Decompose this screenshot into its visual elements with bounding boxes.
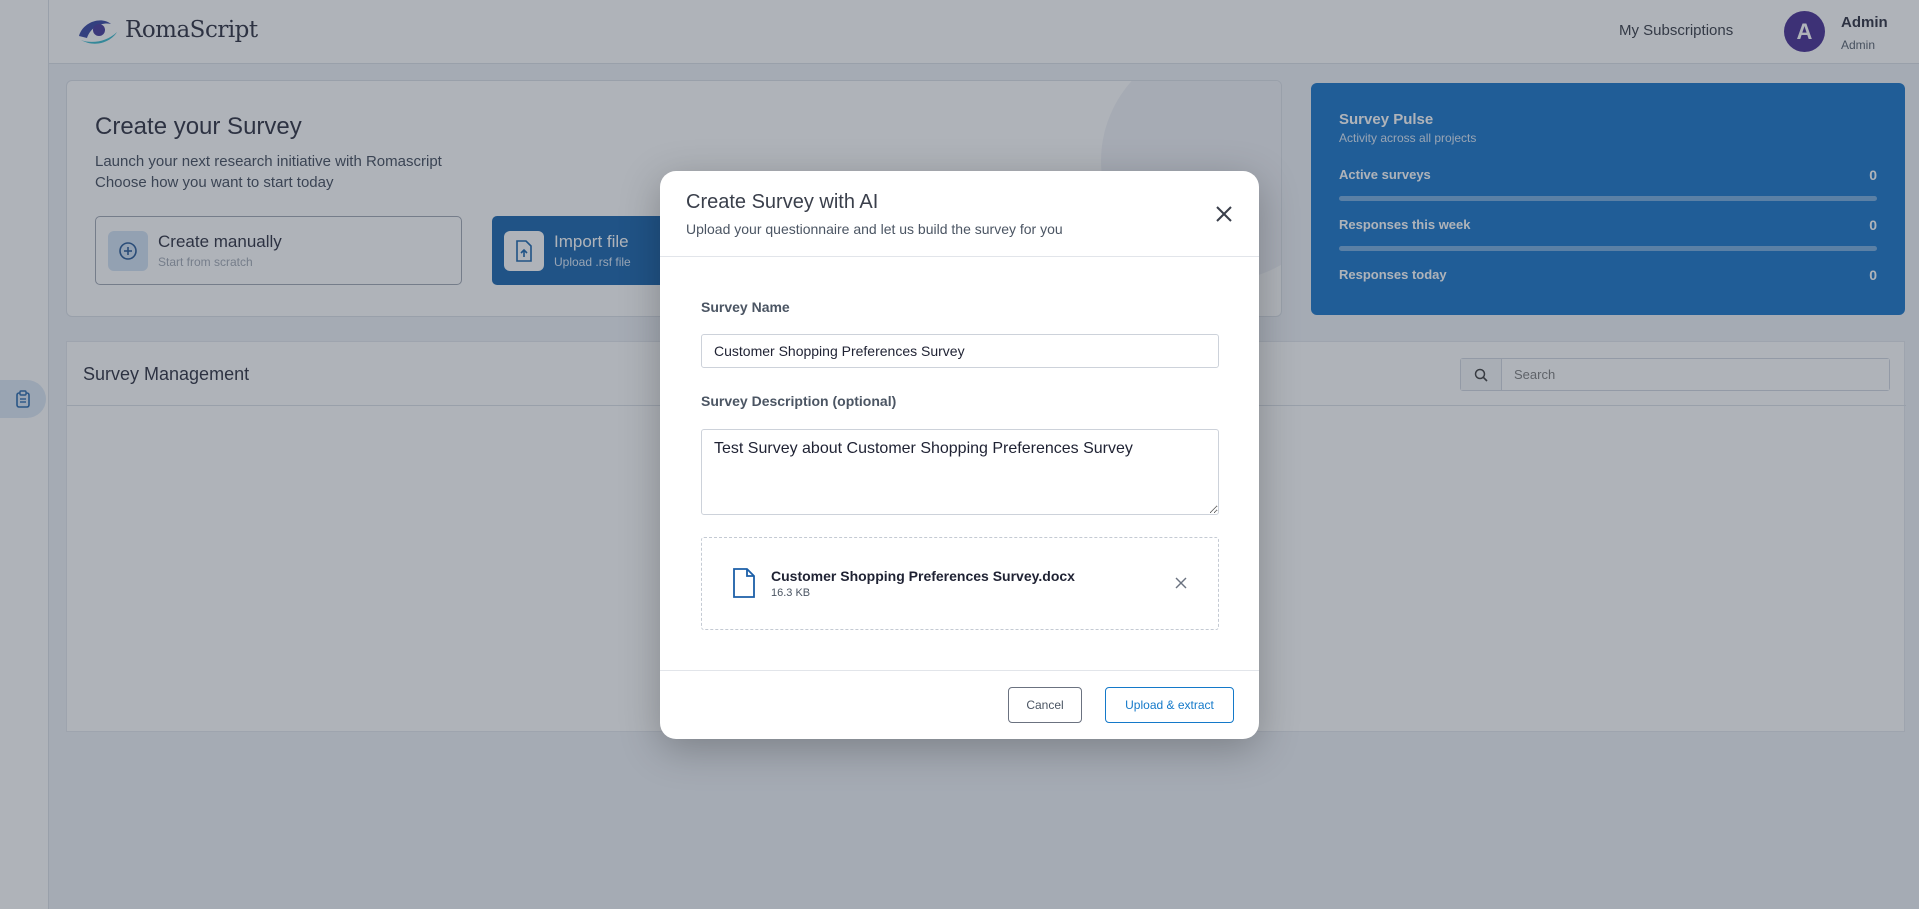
upload-extract-button[interactable]: Upload & extract: [1105, 687, 1234, 723]
close-icon: [1175, 577, 1187, 589]
survey-name-label: Survey Name: [701, 299, 790, 315]
remove-file-button[interactable]: [1172, 574, 1190, 592]
survey-description-label: Survey Description (optional): [701, 393, 897, 409]
survey-description-textarea[interactable]: Test Survey about Customer Shopping Pref…: [701, 429, 1219, 515]
dialog-subtitle: Upload your questionnaire and let us bui…: [686, 221, 1063, 237]
close-button[interactable]: [1211, 201, 1237, 227]
close-icon: [1216, 206, 1232, 222]
dialog-title: Create Survey with AI: [686, 191, 879, 213]
document-icon: [732, 568, 756, 603]
create-survey-ai-dialog: Create Survey with AI Upload your questi…: [660, 171, 1259, 739]
survey-name-input[interactable]: [701, 334, 1219, 368]
uploaded-file-card: Customer Shopping Preferences Survey.doc…: [701, 537, 1219, 630]
cancel-button[interactable]: Cancel: [1008, 687, 1082, 723]
dialog-footer: Cancel Upload & extract: [660, 670, 1259, 739]
file-name: Customer Shopping Preferences Survey.doc…: [771, 568, 1075, 584]
dialog-header: Create Survey with AI Upload your questi…: [660, 171, 1259, 257]
file-size: 16.3 KB: [771, 587, 811, 599]
